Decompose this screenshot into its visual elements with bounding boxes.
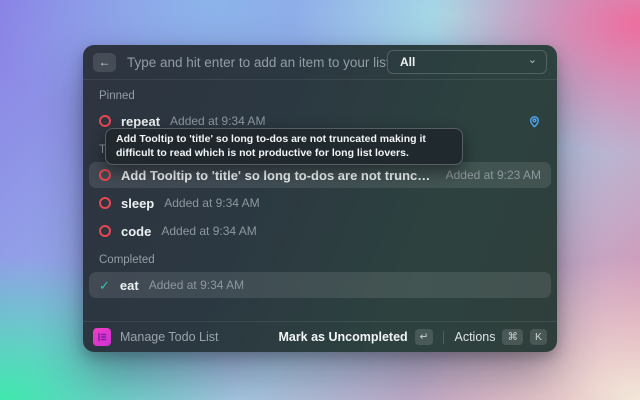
raycast-window: ← All ⌄ Pinned repeat Added at 9:34 AM T… xyxy=(83,45,557,352)
chevron-down-icon: ⌄ xyxy=(527,53,537,66)
list-item-code[interactable]: code Added at 9:34 AM xyxy=(89,218,551,244)
list-item-add-tooltip[interactable]: Add Tooltip to 'title' so long to-dos ar… xyxy=(89,162,551,188)
actions-button[interactable]: Actions xyxy=(454,330,495,344)
return-key-icon: ↵ xyxy=(414,329,434,345)
item-title: repeat xyxy=(121,113,161,129)
section-header-completed: Completed xyxy=(99,254,155,266)
todo-circle-icon xyxy=(99,225,111,237)
back-button[interactable]: ← xyxy=(93,52,116,72)
list-item-sleep[interactable]: sleep Added at 9:34 AM xyxy=(89,190,551,216)
extension-icon xyxy=(93,328,111,346)
item-title: code xyxy=(121,223,152,239)
pin-icon xyxy=(528,115,541,128)
section-header-pinned: Pinned xyxy=(99,90,135,102)
k-key-icon: K xyxy=(529,329,547,345)
item-title: eat xyxy=(119,277,139,293)
todo-circle-icon xyxy=(99,197,111,209)
search-input[interactable] xyxy=(127,54,387,70)
item-title: Add Tooltip to 'title' so long to-dos ar… xyxy=(121,167,436,183)
back-icon: ← xyxy=(98,55,111,69)
filter-dropdown[interactable]: All ⌄ xyxy=(387,50,547,74)
list-item-eat[interactable]: ✓ eat Added at 9:34 AM xyxy=(89,272,551,298)
app-name: Manage Todo List xyxy=(120,330,219,344)
command-key-icon: ⌘ xyxy=(502,329,523,345)
item-subtitle: Added at 9:34 AM xyxy=(164,196,260,210)
item-subtitle: Added at 9:34 AM xyxy=(148,278,245,292)
item-subtitle: Added at 9:34 AM xyxy=(170,114,266,128)
title-tooltip: Add Tooltip to 'title' so long to-dos ar… xyxy=(105,128,463,165)
check-icon: ✓ xyxy=(99,277,110,293)
filter-dropdown-value: All xyxy=(400,55,416,69)
todo-list: Pinned repeat Added at 9:34 AM Todo Add … xyxy=(83,80,557,321)
todo-circle-icon xyxy=(99,115,111,127)
search-bar: ← All ⌄ xyxy=(83,45,557,80)
primary-action-button[interactable]: Mark as Uncompleted xyxy=(278,330,407,344)
item-title: sleep xyxy=(121,195,155,211)
todo-circle-icon xyxy=(99,169,111,181)
item-subtitle: Added at 9:34 AM xyxy=(161,224,257,238)
action-bar: Manage Todo List Mark as Uncompleted ↵ A… xyxy=(83,321,557,352)
item-subtitle: Added at 9:23 AM xyxy=(445,168,541,182)
footer-separator xyxy=(443,330,445,344)
